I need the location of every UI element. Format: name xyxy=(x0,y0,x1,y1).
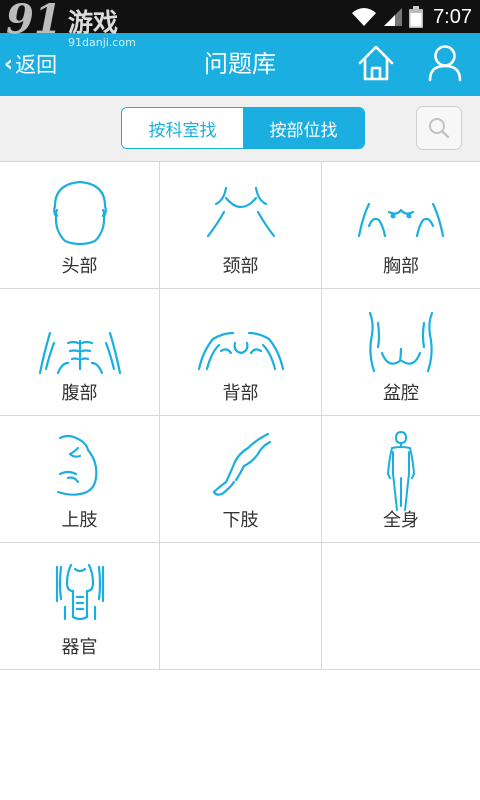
body-part-pelvis[interactable]: 盆腔 xyxy=(322,289,480,415)
status-time: 7:07 xyxy=(433,5,472,28)
abdomen-icon xyxy=(38,331,121,375)
chest-icon xyxy=(357,202,445,238)
body-part-chest[interactable]: 胸部 xyxy=(322,162,480,288)
body-part-label: 胸部 xyxy=(383,256,419,277)
body-part-label: 全身 xyxy=(383,510,419,531)
body-part-neck[interactable]: 颈部 xyxy=(160,162,322,288)
pelvis-icon xyxy=(368,311,434,373)
grid-row: 器官 xyxy=(0,543,480,670)
body-part-abdomen[interactable]: 腹部 xyxy=(0,289,160,415)
battery-icon xyxy=(409,6,424,28)
empty-cell xyxy=(322,543,480,669)
watermark-logo: 91 游戏 91danji.com xyxy=(2,0,142,50)
tab-by-department[interactable]: 按科室找 xyxy=(122,108,243,148)
body-part-arm[interactable]: 上肢 xyxy=(0,416,160,542)
page-title: 问题库 xyxy=(204,50,276,78)
body-part-back[interactable]: 背部 xyxy=(160,289,322,415)
watermark-url: 91danji.com xyxy=(68,36,136,49)
body-part-label: 上肢 xyxy=(61,510,98,531)
watermark-number: 91 xyxy=(6,0,62,43)
wifi-icon xyxy=(352,8,377,26)
home-button[interactable] xyxy=(357,43,395,83)
chevron-left-icon: ‹ xyxy=(4,51,14,77)
user-button[interactable] xyxy=(427,43,463,83)
body-part-head[interactable]: 头部 xyxy=(0,162,160,288)
body-part-label: 器官 xyxy=(61,637,98,658)
leg-icon xyxy=(212,432,271,496)
tab-by-body-part[interactable]: 按部位找 xyxy=(243,108,364,148)
arm-icon xyxy=(56,434,97,496)
body-part-grid: 头部 颈部 胸部 腹部 背部 盆腔 上肢 下肢 全身 器官 xyxy=(0,162,480,670)
body-part-full-body[interactable]: 全身 xyxy=(322,416,480,542)
segmented-control: 按科室找 按部位找 xyxy=(121,107,365,149)
grid-row: 腹部 背部 盆腔 xyxy=(0,289,480,416)
watermark-text: 游戏 xyxy=(68,8,119,37)
back-label: 返回 xyxy=(15,53,58,77)
empty-cell xyxy=(160,543,322,669)
body-part-organs[interactable]: 器官 xyxy=(0,543,160,669)
user-icon xyxy=(428,45,462,82)
filter-bar: 按科室找 按部位找 xyxy=(0,96,480,162)
head-icon xyxy=(52,180,107,246)
search-icon xyxy=(429,118,450,139)
back-icon xyxy=(197,331,284,371)
full-body-icon xyxy=(387,431,415,511)
neck-icon xyxy=(206,186,275,238)
body-part-label: 下肢 xyxy=(222,510,259,531)
grid-row: 上肢 下肢 全身 xyxy=(0,416,480,543)
organs-icon xyxy=(55,563,104,621)
body-part-label: 头部 xyxy=(61,256,98,277)
grid-row: 头部 颈部 胸部 xyxy=(0,162,480,289)
search-button[interactable] xyxy=(416,106,462,150)
body-part-label: 盆腔 xyxy=(383,383,419,404)
status-icons: 7:07 xyxy=(351,3,472,31)
body-part-label: 腹部 xyxy=(61,383,98,404)
signal-icon xyxy=(384,8,403,26)
body-part-label: 背部 xyxy=(222,383,259,404)
home-icon xyxy=(358,45,394,81)
body-part-label: 颈部 xyxy=(222,256,259,277)
back-button[interactable]: ‹ 返回 xyxy=(4,47,57,81)
body-part-leg[interactable]: 下肢 xyxy=(160,416,322,542)
